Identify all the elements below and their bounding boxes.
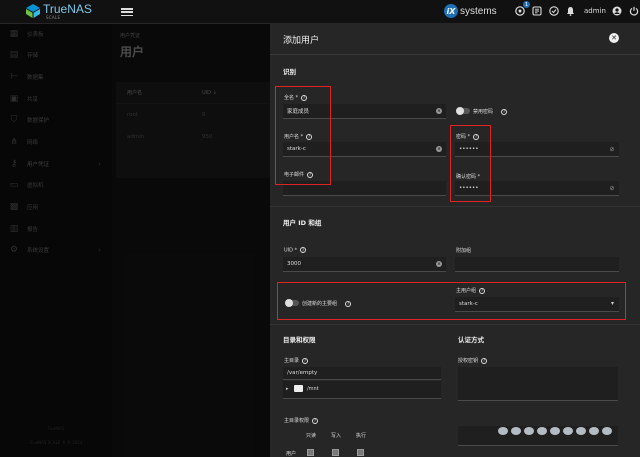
modal-backdrop[interactable] — [0, 24, 270, 457]
home-dir-input[interactable]: /var/empty — [283, 367, 441, 380]
expand-arrow-icon[interactable]: ▸ — [286, 386, 289, 392]
folder-icon — [294, 385, 303, 392]
uid-input[interactable]: 3000 × — [283, 257, 446, 272]
section-identification-title: 识别 — [283, 68, 296, 76]
clear-icon[interactable]: × — [436, 261, 442, 267]
checkbox-user-exec[interactable] — [357, 449, 364, 456]
help-icon[interactable]: ? — [302, 357, 309, 364]
primary-group-label: 主用户组? — [456, 287, 486, 294]
help-icon[interactable]: ? — [306, 133, 313, 140]
password-input[interactable]: •••••• ⊘ — [455, 142, 619, 157]
clear-icon[interactable]: × — [436, 146, 442, 152]
tree-item-label[interactable]: /mnt — [307, 386, 319, 392]
help-icon[interactable]: ? — [301, 94, 308, 101]
username-label[interactable]: admin — [584, 7, 606, 15]
brand-name: TrueNAS — [43, 2, 92, 16]
help-icon[interactable]: ? — [479, 287, 486, 294]
jobs-icon[interactable] — [531, 5, 542, 16]
create-primary-group-toggle[interactable] — [285, 299, 299, 307]
close-icon[interactable]: ✕ — [609, 33, 619, 43]
checkbox-user-read[interactable] — [307, 449, 314, 456]
checkbox-user-write[interactable] — [332, 449, 339, 456]
full-name-input[interactable]: 家庭成员 × — [283, 104, 446, 119]
add-user-panel: 添加用户 ✕ 识别 全名 *? 家庭成员 × 禁用密码? 用户名 *? stark… — [270, 24, 640, 457]
help-icon[interactable]: ? — [312, 417, 319, 424]
truecommand-icon[interactable]: 1 — [514, 1, 530, 16]
section-authentication-title: 认证方式 — [458, 336, 484, 344]
help-icon[interactable]: ? — [501, 108, 508, 115]
ix-text: systems — [460, 5, 497, 17]
aux-groups-label: 附加组 — [456, 248, 472, 254]
password-label: 密码 *? — [456, 133, 480, 140]
brand-edition: SCALE — [46, 15, 61, 20]
help-icon[interactable]: ? — [481, 357, 488, 364]
directory-services-icon[interactable] — [548, 5, 559, 16]
visibility-off-icon[interactable]: ⊘ — [608, 185, 616, 192]
username-input[interactable]: stark-c × — [283, 142, 446, 157]
top-bar: TrueNAS SCALE iX systems 1 admin — [0, 0, 640, 24]
section-ids-groups-title: 用户 ID 和组 — [283, 219, 322, 227]
help-icon[interactable]: ? — [473, 133, 480, 140]
uid-label: UID *? — [284, 247, 307, 254]
email-label: 电子邮件? — [284, 171, 314, 178]
ssh-key-label: 授权密钥? — [458, 357, 488, 364]
account-icon[interactable] — [612, 5, 623, 16]
section-divider — [270, 206, 640, 207]
truenas-logo-icon — [26, 4, 40, 18]
visibility-off-icon[interactable]: ⊘ — [608, 146, 616, 153]
section-divider — [270, 324, 640, 325]
create-primary-group-label: 创建新的主要组? — [302, 300, 352, 307]
home-dir-label: 主目录? — [284, 357, 309, 364]
aux-groups-input[interactable] — [455, 257, 619, 272]
email-input[interactable] — [283, 181, 446, 196]
help-icon[interactable]: ? — [307, 171, 314, 178]
bell-icon[interactable] — [565, 5, 576, 16]
power-icon[interactable] — [629, 5, 640, 16]
username-label: 用户名 *? — [284, 133, 313, 140]
help-icon[interactable]: ? — [300, 247, 307, 253]
perm-col-read: 只读 — [306, 433, 317, 439]
ixsystems-logo[interactable]: iX systems — [444, 4, 497, 18]
dropdown-arrow-icon: ▾ — [610, 300, 614, 307]
panel-title: 添加用户 — [283, 35, 320, 46]
confirm-password-label: 确认密码 * — [456, 174, 481, 180]
section-directories-title: 目录和权限 — [283, 336, 316, 344]
ssh-key-textarea[interactable] — [458, 367, 618, 401]
clear-icon[interactable]: × — [436, 108, 442, 114]
full-name-label: 全名 *? — [284, 94, 308, 101]
primary-group-select[interactable]: stark-c ▾ — [455, 297, 619, 312]
disable-password-label: 禁用密码? — [473, 108, 508, 115]
home-perm-label: 主目录权限? — [284, 417, 319, 424]
panel-header: 添加用户 ✕ — [270, 24, 640, 55]
directory-tree[interactable]: ▸ /mnt — [283, 381, 441, 399]
hamburger-icon[interactable] — [121, 6, 133, 18]
perm-col-exec: 执行 — [356, 433, 367, 439]
watermark — [498, 427, 612, 435]
help-icon[interactable]: ? — [345, 300, 352, 307]
perm-row-user: 用户 — [286, 451, 297, 457]
notification-count-badge: 1 — [523, 1, 530, 8]
perm-col-write: 写入 — [331, 433, 342, 439]
ix-mark: iX — [444, 4, 458, 18]
disable-password-toggle[interactable] — [456, 107, 470, 115]
confirm-password-input[interactable]: •••••• ⊘ — [455, 181, 619, 196]
